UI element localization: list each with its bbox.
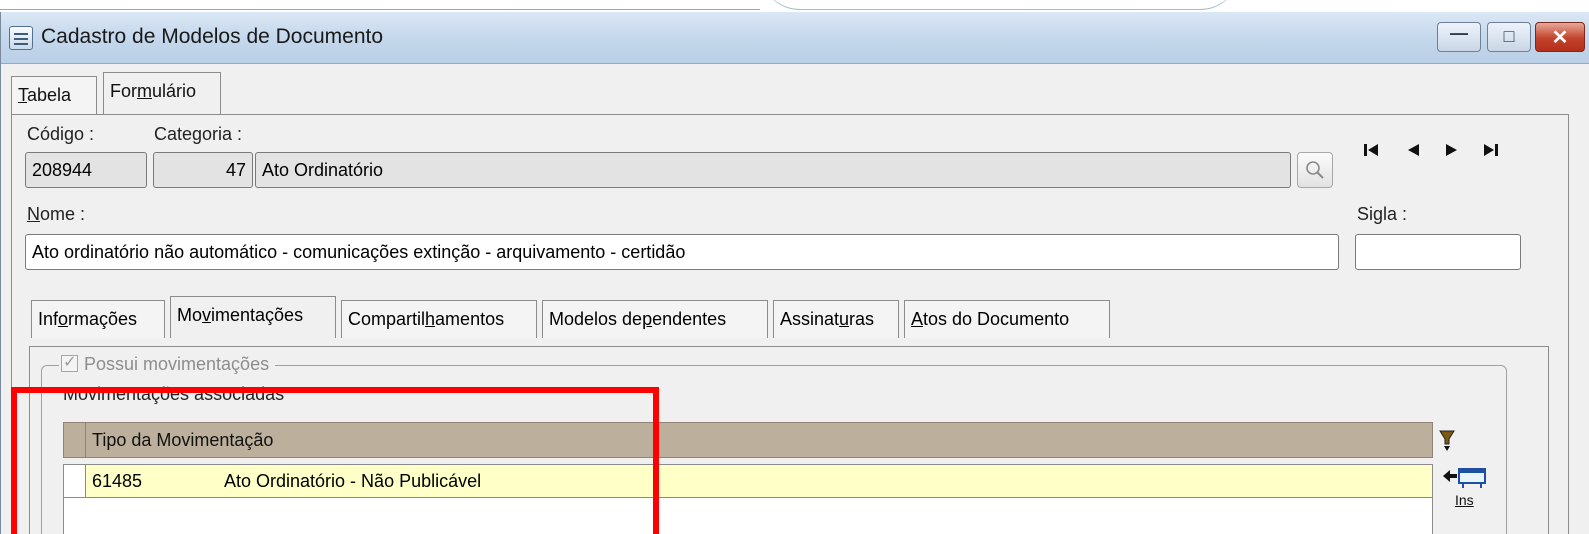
checkbox-icon xyxy=(61,352,78,372)
nome-field[interactable]: Ato ordinatório não automático - comunic… xyxy=(25,234,1339,270)
minimize-icon: — xyxy=(1450,23,1468,43)
possui-movimentacoes-label: Possui movimentações xyxy=(84,354,270,374)
app-window: Cadastro de Modelos de Documento — □ ✕ T… xyxy=(0,12,1589,534)
tab-movimentacoes[interactable]: Movimentações xyxy=(170,296,336,338)
maximize-button[interactable]: □ xyxy=(1487,22,1531,52)
tab-tabela[interactable]: Tabela xyxy=(11,76,97,114)
tab-atos-do-documento[interactable]: Atos do Documento xyxy=(904,300,1110,338)
last-record-button[interactable] xyxy=(1483,142,1499,162)
tab-compartilhamentos[interactable]: Compartilhamentos xyxy=(341,300,537,338)
categoria-label: Categoria : xyxy=(154,124,243,144)
sigla-label: Sigla : xyxy=(1357,204,1408,224)
next-record-button[interactable] xyxy=(1445,142,1459,162)
title-bar[interactable]: Cadastro de Modelos de Documento — □ ✕ xyxy=(1,12,1589,64)
insert-label: Ins xyxy=(1455,492,1474,508)
last-icon xyxy=(1484,144,1498,156)
decoration-line xyxy=(0,9,760,10)
categoria-code-field[interactable]: 47 xyxy=(153,152,253,188)
app-icon xyxy=(9,26,33,50)
tab-modelos-dependentes[interactable]: Modelos dependentes xyxy=(542,300,768,338)
tab-formulario[interactable]: Formulário xyxy=(103,72,221,114)
nome-label: Nome : xyxy=(27,204,86,224)
window-title: Cadastro de Modelos de Documento xyxy=(41,25,384,48)
close-button[interactable]: ✕ xyxy=(1535,22,1585,52)
insert-button[interactable]: Ins xyxy=(1441,466,1495,516)
first-record-button[interactable] xyxy=(1363,142,1379,162)
close-icon: ✕ xyxy=(1551,27,1569,49)
decoration-arc xyxy=(760,0,1240,10)
codigo-label: Código : xyxy=(27,124,95,144)
tab-informacoes[interactable]: Informações xyxy=(31,300,165,338)
highlight-box xyxy=(11,387,659,534)
search-icon xyxy=(1306,161,1324,179)
possui-movimentacoes-checkbox[interactable]: Possui movimentações xyxy=(59,352,276,375)
next-icon xyxy=(1446,144,1457,156)
first-icon xyxy=(1364,144,1378,156)
filter-icon xyxy=(1439,430,1455,451)
maximize-icon: □ xyxy=(1503,26,1515,46)
categoria-name-field[interactable]: Ato Ordinatório xyxy=(255,152,1291,188)
tab-assinaturas[interactable]: Assinaturas xyxy=(773,300,899,338)
insert-icon xyxy=(1443,468,1486,488)
top-decoration xyxy=(0,0,1589,12)
prev-record-button[interactable] xyxy=(1406,142,1420,162)
categoria-search-button[interactable] xyxy=(1297,152,1333,188)
filter-button[interactable] xyxy=(1439,430,1455,452)
sigla-field[interactable] xyxy=(1355,234,1521,270)
codigo-field[interactable]: 208944 xyxy=(25,152,147,188)
prev-icon xyxy=(1408,144,1419,156)
minimize-button[interactable]: — xyxy=(1437,22,1481,52)
